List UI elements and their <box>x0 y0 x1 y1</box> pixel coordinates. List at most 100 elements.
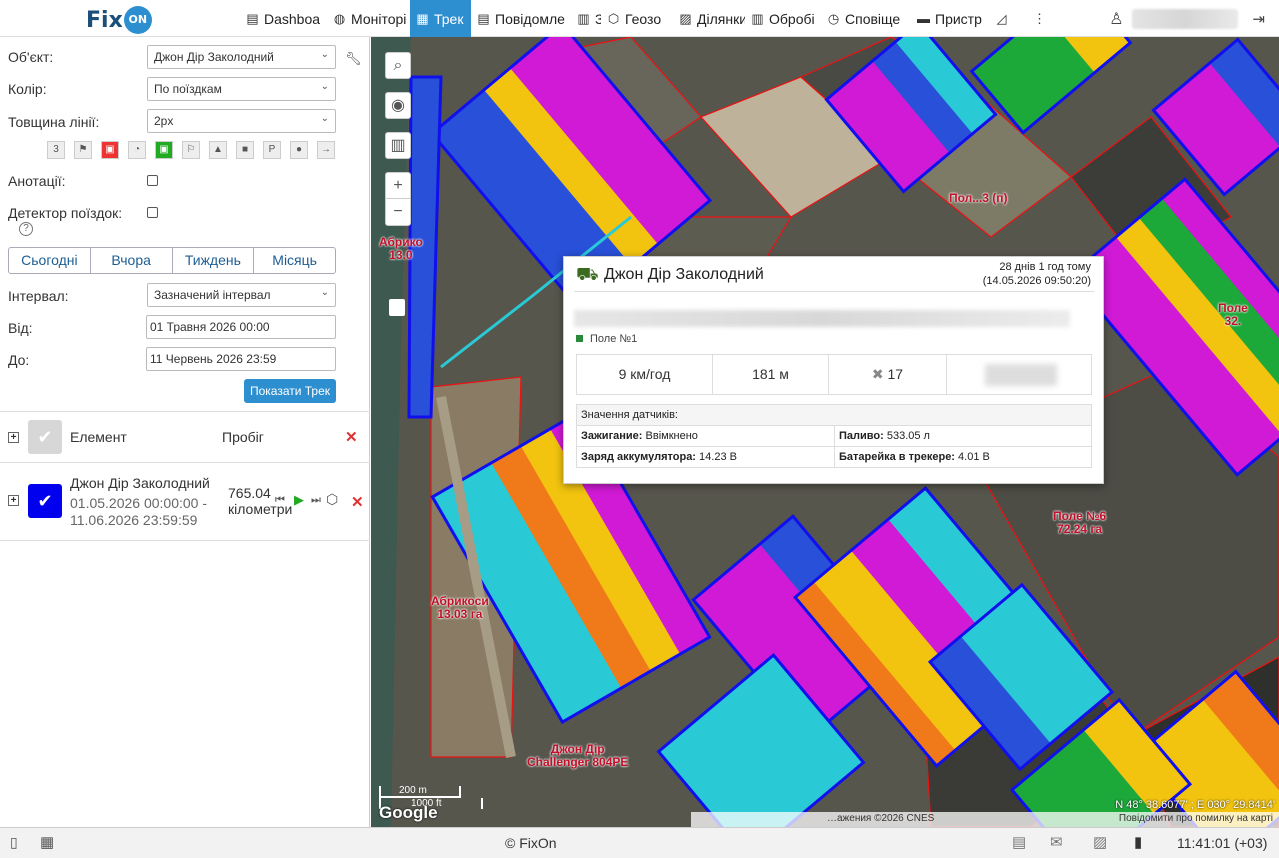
search-map-button[interactable]: ⌕ <box>385 52 411 79</box>
speed-icon[interactable]: ◔ <box>128 141 146 159</box>
play-icon[interactable]: ▶ <box>294 492 304 508</box>
nav-item-dashboard[interactable]: ▤ Dashboa <box>240 0 327 37</box>
more-icon: ⋮ <box>1033 11 1046 26</box>
messages-panel-icon[interactable]: ▤ <box>1012 833 1026 851</box>
map-layers-button[interactable]: ▥ <box>385 132 411 159</box>
period-month-button[interactable]: Місяць <box>254 248 335 273</box>
nav-item-alarm[interactable]: ◷ Сповіще <box>821 0 911 37</box>
fuel-green-icon[interactable]: ▣ <box>155 141 173 159</box>
field-area: 72.24 га <box>1057 522 1103 536</box>
object-label: Об'єкт: <box>8 49 54 65</box>
field-area: 13.03 га <box>437 607 483 621</box>
send-message-icon[interactable]: ✉ <box>1050 833 1063 851</box>
messages-icon: ▤ <box>477 11 490 26</box>
satellites-value: 17 <box>887 366 904 382</box>
arrow-icon[interactable]: → <box>317 141 335 159</box>
item-name[interactable]: Джон Дір Заколодний <box>70 475 210 491</box>
flags-icon[interactable]: ⚑ <box>74 141 92 159</box>
chevron-down-icon: ⌄ <box>320 287 329 298</box>
zoom-out-button[interactable]: − <box>386 199 410 225</box>
dashboard-icon: ▤ <box>246 11 259 26</box>
report-map-error-link[interactable]: Повідомити про помилку на карті <box>1119 813 1273 826</box>
field-label: Поле 32. <box>1218 302 1248 328</box>
period-week-button[interactable]: Тиждень <box>173 248 255 273</box>
processing-icon: ▥ <box>751 11 764 26</box>
track-sidebar: Об'єкт: Джон Дір Заколодний ⌄ 🔧︎ Колір: П… <box>0 37 370 827</box>
nav-label: Пристр <box>935 10 982 27</box>
parking-icon[interactable]: P <box>263 141 281 159</box>
nav-item-more[interactable]: ⋮ <box>1027 0 1055 37</box>
ruler-icon: ◿ <box>996 11 1007 26</box>
nav-item-vehicle[interactable]: ▬ Пристр <box>911 0 989 37</box>
line-width-select[interactable]: 2px ⌄ <box>147 109 336 133</box>
satellite-icon: ✖ <box>871 366 884 382</box>
interval-select[interactable]: Зазначений інтервал ⌄ <box>147 283 336 307</box>
scale-meters: 200 m <box>379 786 461 798</box>
from-date-input[interactable]: 01 Травня 2026 00:00 <box>146 315 336 339</box>
item-to-date: 11.06.2026 23:59:59 <box>70 512 198 528</box>
eye-icon: ◉ <box>391 97 405 114</box>
object-select[interactable]: Джон Дір Заколодний ⌄ <box>147 45 336 69</box>
geozone-from-track-icon[interactable]: ⬡ <box>326 491 338 508</box>
nav-item-track-flag[interactable]: ▦ Трек <box>410 0 471 37</box>
nav-label: Геозо <box>625 10 662 27</box>
to-date-input[interactable]: 11 Червень 2026 23:59 <box>146 347 336 371</box>
photo-icon[interactable]: ▲ <box>209 141 227 159</box>
period-buttons: Сьогодні Вчора Тиждень Місяць <box>8 247 336 274</box>
help-icon[interactable]: ? <box>19 222 33 236</box>
nav-item-globe[interactable]: ◍ Моніторі <box>327 0 410 37</box>
map-slider-handle[interactable] <box>389 299 405 316</box>
period-today-button[interactable]: Сьогодні <box>9 248 91 273</box>
expand-all-icon[interactable]: + <box>8 432 19 443</box>
fields-icon: ▨ <box>679 11 692 26</box>
map-coords: N 48° 38.6077' ; E 030° 29.8414' <box>1115 799 1275 811</box>
expand-item-icon[interactable]: + <box>8 495 19 506</box>
nav-label: Dashboa <box>264 10 321 27</box>
vehicle-icon: ▬ <box>917 11 930 26</box>
from-label: Від: <box>8 320 33 336</box>
visibility-button[interactable]: ◉ <box>385 92 411 119</box>
image-icon[interactable]: ▨ <box>1093 833 1107 851</box>
select-all-checkbox[interactable]: ✔ <box>28 420 62 454</box>
user-name-blurred[interactable] <box>1132 8 1239 29</box>
counter-icon[interactable]: 3 <box>47 141 65 159</box>
nav-item-fields[interactable]: ▨ Ділянки <box>673 0 745 37</box>
popup-time-ago: 28 днів 1 год тому <box>999 261 1091 273</box>
sensor-cell: Паливо: 533.05 л <box>834 425 1092 447</box>
nav-item-processing[interactable]: ▥ Обробі <box>745 0 821 37</box>
panel-toggle-icon[interactable]: ▯ <box>10 834 18 851</box>
clear-all-icon[interactable]: ✕ <box>345 428 358 446</box>
nav-item-geozone[interactable]: ⬡ Геозо <box>601 0 673 37</box>
sensors-table: Значення датчиків: Зажигание: Ввімкнено … <box>576 404 1092 468</box>
field-name: Пол...3 (п) <box>949 191 1008 205</box>
panel-layout-icon[interactable]: ▮ <box>1134 833 1142 851</box>
color-select[interactable]: По поїздкам ⌄ <box>147 77 336 101</box>
stop-icon[interactable]: ● <box>290 141 308 159</box>
video-icon[interactable]: ■ <box>236 141 254 159</box>
flag-icon[interactable]: ⚐ <box>182 141 200 159</box>
grid-icon[interactable]: ▦ <box>40 833 54 851</box>
rewind-icon[interactable]: ⏮ <box>275 494 285 507</box>
zoom-in-button[interactable]: + <box>386 173 410 199</box>
nav-item-ruler[interactable]: ◿ <box>989 0 1027 37</box>
color-label: Колір: <box>8 81 47 97</box>
remove-item-icon[interactable]: ✕ <box>351 493 364 511</box>
fast-forward-icon[interactable]: ⏭ <box>311 494 321 507</box>
nav-label: Моніторі <box>351 10 407 27</box>
annotations-checkbox[interactable] <box>147 175 158 186</box>
period-yesterday-button[interactable]: Вчора <box>91 248 173 273</box>
annotations-label: Анотації: <box>8 173 66 189</box>
show-track-button[interactable]: Показати Трек <box>244 379 336 403</box>
nav-item-messages[interactable]: ▤ Повідомле <box>471 0 571 37</box>
logout-icon[interactable]: ⇥ <box>1252 10 1265 28</box>
user-icon[interactable]: ♙ <box>1106 9 1126 29</box>
fuel-red-icon[interactable]: ▣ <box>101 141 119 159</box>
nav-item-report[interactable]: ▥Звіт <box>571 0 601 37</box>
sensor-value: 14.23 В <box>699 451 737 463</box>
wrench-icon[interactable]: 🔧︎ <box>345 51 362 67</box>
trip-detector-checkbox[interactable] <box>147 207 158 218</box>
item-checkbox[interactable]: ✔ <box>28 484 62 518</box>
fixon-logo[interactable]: Fix ON <box>86 6 152 34</box>
sensors-header: Значення датчиків: <box>576 404 1092 426</box>
alarm-icon: ◷ <box>827 11 840 26</box>
